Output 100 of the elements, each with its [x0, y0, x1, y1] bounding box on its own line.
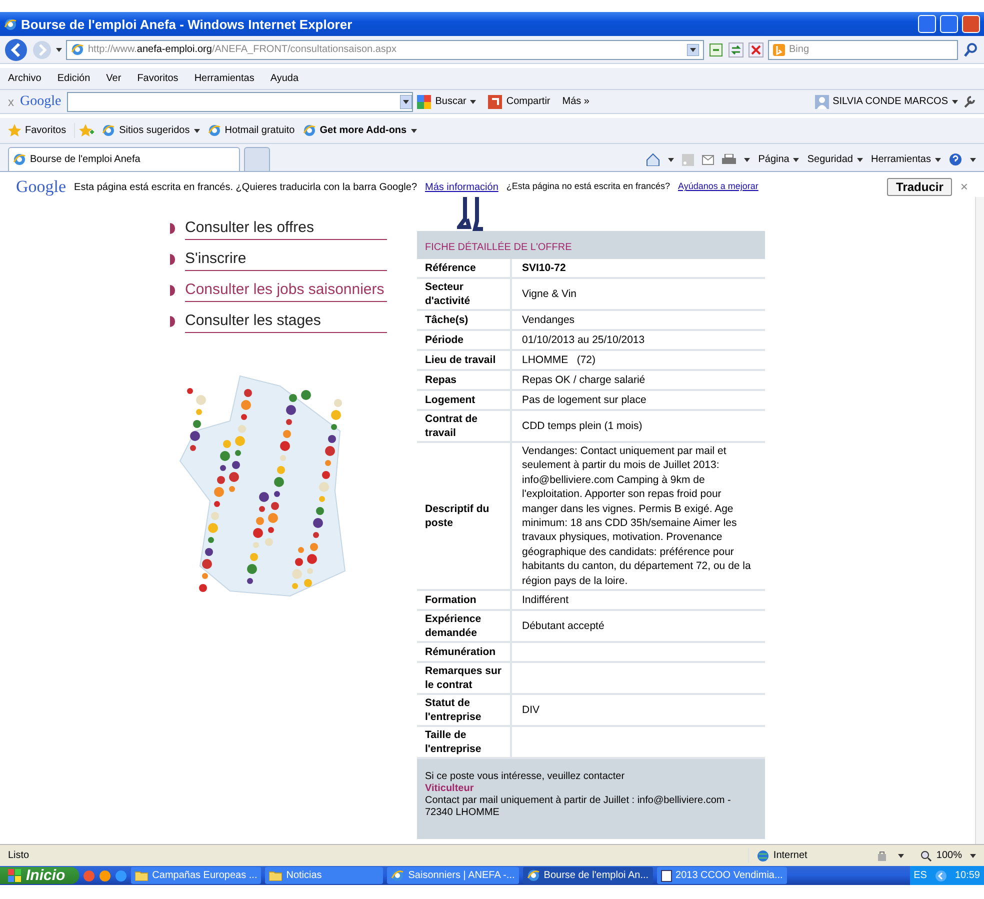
quick-launch-icon[interactable] [115, 870, 128, 882]
ie-icon [302, 124, 316, 137]
field-label: Formation [417, 591, 512, 610]
caret-icon[interactable] [194, 128, 200, 132]
search-provider-icon [773, 44, 785, 56]
taskbar-button[interactable]: Bourse de l'emploi An... [522, 867, 653, 884]
more-info-link[interactable]: Más información [425, 180, 498, 194]
ie-icon [102, 124, 116, 137]
translate-message: Esta página está escrita en francés. ¿Quieres traducirla con la barra Google? [74, 180, 418, 194]
caret-icon[interactable] [744, 158, 750, 162]
ie-icon [71, 43, 84, 56]
field-value: LHOMME (72) [521, 352, 597, 368]
bullet-icon [170, 254, 175, 265]
menu-item[interactable]: Favoritos [137, 71, 178, 86]
favorite-link[interactable]: Hotmail gratuito [208, 123, 295, 138]
caret-icon[interactable] [970, 158, 976, 162]
caret-icon[interactable] [856, 158, 863, 162]
caret-icon[interactable] [952, 100, 958, 104]
help-icon[interactable] [949, 153, 962, 166]
field-value: Débutant accepté [521, 618, 606, 634]
taskbar-button[interactable]: Saisonniers | ANEFA -... [387, 867, 519, 884]
close-button[interactable]: × [960, 177, 968, 197]
search-field[interactable] [67, 92, 414, 112]
folder-icon [269, 870, 282, 881]
ie-icon [4, 18, 17, 30]
command-menu[interactable]: Herramientas [870, 152, 941, 167]
menu-item[interactable]: Edición [57, 71, 90, 86]
field-label: Repas [417, 371, 512, 389]
zone-indicator: Internet [748, 848, 868, 863]
menu-item[interactable]: Ver [106, 71, 122, 86]
caret-icon[interactable] [793, 158, 800, 162]
dropdown-icon[interactable] [400, 94, 412, 108]
color-squares-icon [417, 94, 432, 108]
translate-button[interactable]: Traducir [887, 178, 952, 196]
more-button[interactable]: Más » [562, 94, 590, 109]
caret-icon[interactable] [470, 100, 476, 104]
windows-logo-icon [8, 869, 22, 882]
field-value: 01/10/2013 au 25/10/2013 [521, 332, 646, 348]
stop-icon[interactable] [748, 42, 764, 58]
caret-icon[interactable] [898, 854, 904, 858]
nav-link[interactable]: Consulter les stages [185, 310, 387, 333]
contact-intro: Si ce poste vous intéresse, veuillez contacter [425, 771, 626, 784]
field-label: Expérience demandée [417, 611, 512, 642]
star-icon [8, 124, 21, 137]
field-label: Secteur d'activité [417, 279, 512, 309]
field-label: Statut de l'entreprise [417, 695, 512, 726]
minimize-button[interactable] [918, 15, 936, 33]
search-button[interactable]: Buscar [417, 94, 466, 109]
nav-link[interactable]: Consulter les jobs saisonniers [185, 279, 387, 302]
start-button[interactable]: Inicio [0, 867, 80, 884]
field-label: Contrat de travail [417, 411, 512, 441]
share-button[interactable]: Compartir [488, 94, 550, 109]
add-favorite-icon[interactable] [79, 124, 94, 138]
field-value: SVI10-72 [521, 260, 567, 276]
ie-icon [391, 869, 404, 882]
close-button[interactable] [962, 15, 980, 33]
nav-link[interactable]: Consulter les offres [185, 217, 387, 240]
magnifier-icon [920, 850, 932, 862]
favorite-link[interactable]: Sitios sugeridos [102, 123, 200, 138]
help-improve-link[interactable]: Ayúdanos a mejorar [678, 180, 758, 194]
command-menu[interactable]: Seguridad [807, 152, 863, 167]
menu-item[interactable]: Archivo [8, 71, 42, 86]
favorites-button[interactable]: Favoritos [8, 123, 76, 138]
nav-link[interactable]: S'inscrire [185, 248, 387, 271]
user-name[interactable]: SILVIA CONDE MARCOS [832, 94, 948, 109]
caret-icon[interactable] [970, 854, 976, 858]
dropdown-icon[interactable] [687, 44, 699, 56]
maximize-button[interactable] [940, 15, 958, 33]
search-icon[interactable] [962, 40, 980, 58]
field-label: Lieu de travail [417, 351, 512, 369]
scrollbar[interactable] [975, 197, 984, 844]
address-field[interactable]: http://www.anefa-emploi.org/ANEFA_FRONT/consultationsaison.aspx [66, 40, 704, 60]
search-field[interactable]: Bing [768, 40, 958, 60]
field-value: Indifférent [521, 592, 570, 608]
caret-icon[interactable] [56, 48, 62, 52]
caret-icon[interactable] [935, 158, 941, 162]
bullet-icon [170, 223, 175, 234]
print-icon[interactable] [722, 154, 736, 166]
caret-icon[interactable] [668, 158, 674, 162]
home-icon[interactable] [646, 153, 660, 166]
caret-icon[interactable] [410, 128, 417, 132]
menu-item[interactable]: Ayuda [270, 71, 299, 86]
taskbar-button[interactable]: Noticias [265, 867, 384, 884]
field-label: Rémunération [417, 643, 512, 662]
field-label: Descriptif du poste [417, 443, 512, 590]
back-button[interactable] [4, 38, 28, 62]
taskbar-button[interactable]: Campañas Europeas ... [131, 867, 262, 884]
zoom-button[interactable]: 100% [920, 848, 962, 863]
command-menu[interactable]: Página [758, 152, 800, 167]
favorite-link[interactable]: Get more Add-ons [302, 123, 417, 138]
quick-launch-icon[interactable] [99, 870, 112, 882]
field-value: CDD temps plein (1 mois) [521, 418, 644, 434]
mail-icon[interactable] [702, 154, 714, 164]
browser-tab[interactable]: Bourse de l'emploi Anefa [8, 147, 240, 171]
clock: 10:59 [954, 869, 980, 883]
share-icon [488, 94, 502, 108]
taskbar-button[interactable]: 2013 CCOO Vendimia... [656, 867, 787, 884]
refresh-icon[interactable] [728, 42, 744, 58]
menu-item[interactable]: Herramientas [194, 71, 254, 86]
wrench-icon[interactable] [962, 94, 976, 108]
